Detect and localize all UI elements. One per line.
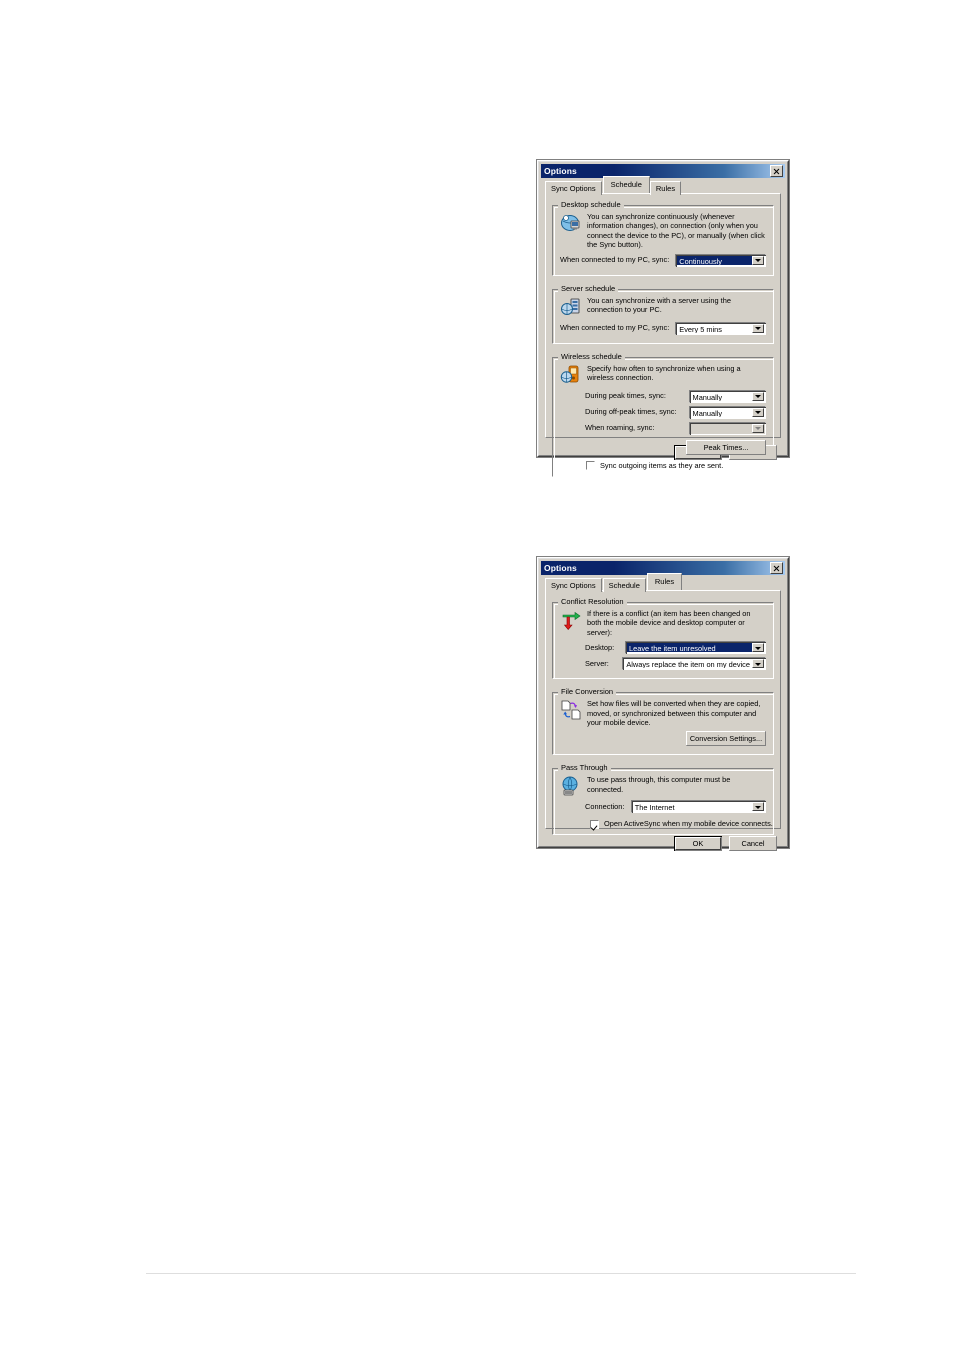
tabstrip: Sync Options Schedule Rules bbox=[541, 176, 785, 195]
chevron-down-icon[interactable] bbox=[752, 255, 764, 265]
conflict-arrows-icon bbox=[560, 609, 582, 631]
tabstrip: Sync Options Schedule Rules bbox=[541, 573, 785, 592]
group-file-conversion: File Conversion Set how files will be co… bbox=[552, 687, 774, 756]
label-peak-times-sync: During peak times, sync: bbox=[585, 391, 666, 401]
pass-through-globe-icon bbox=[560, 775, 582, 797]
group-title-server-schedule: Server schedule bbox=[558, 283, 619, 293]
chevron-down-icon[interactable] bbox=[752, 407, 764, 417]
group-description-desktop-schedule: You can synchronize continuously (whenev… bbox=[587, 212, 765, 250]
tab-schedule[interactable]: Schedule bbox=[602, 176, 650, 193]
chevron-down-icon[interactable] bbox=[752, 391, 764, 401]
group-description-conflict-resolution: If there is a conflict (an item has been… bbox=[587, 609, 751, 637]
desktop-sync-icon bbox=[560, 212, 582, 234]
group-desktop-schedule: Desktop schedule You can synchronize con… bbox=[552, 200, 774, 276]
close-icon[interactable] bbox=[770, 165, 783, 177]
options-rules-dialog[interactable]: Options Sync Options Schedule Rules Conf… bbox=[537, 557, 789, 851]
desktop-conflict-value: Leave the item unresolved bbox=[626, 643, 752, 653]
tab-rules[interactable]: Rules bbox=[646, 573, 683, 590]
group-server-schedule: Server schedule You can synchronize with… bbox=[552, 283, 774, 344]
roaming-sync-value bbox=[690, 423, 752, 433]
ok-button-label: OK bbox=[675, 837, 721, 850]
server-sync-icon bbox=[560, 296, 582, 318]
chevron-down-icon[interactable] bbox=[752, 659, 764, 669]
peak-times-button[interactable]: Peak Times... bbox=[686, 439, 766, 455]
open-activesync-row[interactable]: Open ActiveSync when my mobile device co… bbox=[560, 819, 773, 829]
group-description-server-schedule: You can synchronize with a server using … bbox=[587, 295, 731, 315]
close-icon[interactable] bbox=[770, 562, 783, 574]
label-desktop-conflict: Desktop: bbox=[585, 642, 615, 652]
group-conflict-resolution: Conflict Resolution If there is a confli… bbox=[552, 597, 774, 680]
dialog-title: Options bbox=[544, 166, 577, 176]
page-footer-rule bbox=[146, 1273, 856, 1274]
group-title-file-conversion: File Conversion bbox=[558, 687, 617, 697]
open-activesync-label: Open ActiveSync when my mobile device co… bbox=[604, 819, 773, 829]
dialog-titlebar[interactable]: Options bbox=[541, 164, 785, 178]
chevron-down-icon[interactable] bbox=[752, 643, 764, 653]
tab-rules[interactable]: Rules bbox=[649, 181, 682, 195]
label-roaming-sync: When roaming, sync: bbox=[585, 423, 655, 433]
label-pass-through-connection: Connection: bbox=[585, 801, 625, 811]
chevron-down-icon bbox=[752, 423, 764, 433]
group-title-wireless-schedule: Wireless schedule bbox=[558, 351, 625, 361]
pass-through-connection-value: The Internet bbox=[632, 802, 752, 812]
peak-times-sync-value: Manually bbox=[690, 391, 752, 401]
peak-times-sync-combo[interactable]: Manually bbox=[688, 389, 767, 403]
off-peak-times-sync-combo[interactable]: Manually bbox=[688, 405, 767, 419]
label-off-peak-times-sync: During off-peak times, sync: bbox=[585, 407, 677, 417]
roaming-sync-combo bbox=[688, 421, 767, 435]
open-activesync-checkbox[interactable] bbox=[590, 819, 599, 829]
desktop-sync-frequency-value: Continuously bbox=[677, 255, 752, 265]
tabpage-rules: Conflict Resolution If there is a confli… bbox=[545, 590, 781, 836]
tab-sync-options[interactable]: Sync Options bbox=[545, 578, 602, 592]
desktop-sync-frequency-combo[interactable]: Continuously bbox=[675, 253, 766, 267]
conversion-settings-button[interactable]: Conversion Settings... bbox=[686, 731, 766, 747]
cancel-button[interactable]: Cancel bbox=[729, 836, 777, 851]
desktop-conflict-combo[interactable]: Leave the item unresolved bbox=[624, 641, 767, 655]
group-title-pass-through: Pass Through bbox=[558, 763, 611, 773]
tab-sync-options[interactable]: Sync Options bbox=[545, 181, 602, 195]
chevron-down-icon[interactable] bbox=[752, 802, 764, 812]
tab-schedule[interactable]: Schedule bbox=[602, 578, 646, 592]
sync-outgoing-items-label: Sync outgoing items as they are sent. bbox=[600, 460, 724, 470]
options-schedule-dialog[interactable]: Options Sync Options Schedule Rules Desk… bbox=[537, 160, 789, 477]
group-wireless-schedule: Wireless schedule Specify how often to s… bbox=[552, 351, 774, 477]
label-server-sync-frequency: When connected to my PC, sync: bbox=[560, 323, 670, 333]
tabpage-schedule: Desktop schedule You can synchronize con… bbox=[545, 193, 781, 477]
off-peak-times-sync-value: Manually bbox=[690, 407, 752, 417]
server-conflict-combo[interactable]: Always replace the item on my device bbox=[622, 657, 766, 671]
server-conflict-value: Always replace the item on my device bbox=[624, 659, 752, 669]
group-title-conflict-resolution: Conflict Resolution bbox=[558, 597, 627, 606]
chevron-down-icon[interactable] bbox=[752, 323, 764, 333]
ok-button[interactable]: OK bbox=[674, 836, 722, 851]
group-title-desktop-schedule: Desktop schedule bbox=[558, 200, 624, 209]
group-description-pass-through: To use pass through, this computer must … bbox=[587, 775, 731, 794]
group-pass-through: Pass Through To use pass through, this c… bbox=[552, 763, 774, 836]
sync-outgoing-items-row[interactable]: Sync outgoing items as they are sent. bbox=[560, 461, 766, 471]
pass-through-connection-combo[interactable]: The Internet bbox=[630, 800, 767, 814]
wireless-sync-icon bbox=[560, 364, 582, 386]
group-description-file-conversion: Set how files will be converted when the… bbox=[587, 699, 761, 728]
label-desktop-sync-frequency: When connected to my PC, sync: bbox=[560, 255, 670, 265]
group-description-wireless-schedule: Specify how often to synchronize when us… bbox=[587, 363, 741, 383]
label-server-conflict: Server: bbox=[585, 658, 609, 668]
file-conversion-icon bbox=[560, 699, 582, 721]
server-sync-frequency-combo[interactable]: Every 5 mins bbox=[675, 321, 766, 335]
server-sync-frequency-value: Every 5 mins bbox=[677, 323, 752, 333]
sync-outgoing-items-checkbox[interactable] bbox=[586, 461, 595, 471]
